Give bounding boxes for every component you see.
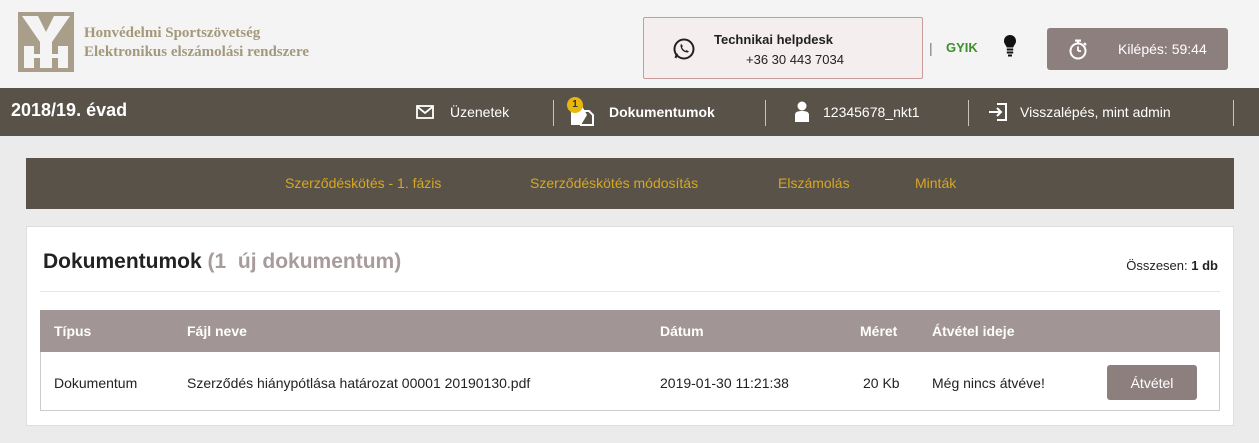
submenu-item-contract-modification[interactable]: Szerződéskötés módosítás: [530, 175, 698, 191]
nav-back-as-admin-label: Visszalépés, mint admin: [1020, 104, 1171, 120]
accept-button[interactable]: Átvétel: [1107, 365, 1197, 400]
total-count: Összesen: 1 db: [1126, 258, 1218, 273]
total-value: 1 db: [1191, 258, 1218, 273]
cell-received-at: Még nincs átvéve!: [932, 375, 1045, 391]
column-header-date[interactable]: Dátum: [660, 323, 704, 339]
top-navigation-bar: 2018/19. évad Üzenetek 1 Dokumentumok 12…: [0, 88, 1259, 136]
brand-name: Honvédelmi Sportszövetség Elektronikus e…: [84, 24, 309, 62]
logo-icon[interactable]: [18, 12, 74, 72]
documents-icon-wrap: 1: [563, 97, 597, 127]
column-header-file-name[interactable]: Fájl neve: [187, 323, 247, 339]
logout-button[interactable]: Kilépés: 59:44: [1047, 28, 1228, 70]
nav-documents[interactable]: 1 Dokumentumok: [563, 88, 715, 136]
helpdesk-phone: +36 30 443 7034: [746, 52, 844, 67]
table-header: Típus Fájl neve Dátum Méret Átvétel idej…: [40, 310, 1220, 352]
user-icon: [795, 101, 809, 122]
cell-type: Dokumentum: [54, 375, 138, 391]
page-title-text: Dokumentumok: [43, 250, 202, 273]
submenu-item-settlement[interactable]: Elszámolás: [778, 175, 850, 191]
lightbulb-icon[interactable]: [1003, 34, 1017, 62]
helpdesk-box[interactable]: Technikai helpdesk +36 30 443 7034: [643, 17, 923, 79]
nav-user[interactable]: 12345678_nkt1: [793, 88, 920, 136]
gyik-separator: |: [929, 40, 933, 56]
nav-separator: [553, 100, 554, 126]
column-header-type[interactable]: Típus: [54, 323, 91, 339]
documents-panel: Dokumentumok (1 új dokumentum) Összesen:…: [26, 226, 1234, 426]
column-header-received-at[interactable]: Átvétel ideje: [932, 323, 1014, 339]
documents-badge: 1: [567, 97, 583, 113]
whatsapp-icon: [673, 38, 695, 60]
submenu-item-samples[interactable]: Minták: [915, 175, 956, 191]
exit-icon: [989, 103, 1007, 121]
sub-menu: Szerződéskötés - 1. fázis Szerződéskötés…: [26, 158, 1234, 209]
nav-user-label: 12345678_nkt1: [823, 104, 920, 120]
new-documents-count: (1 új dokumentum): [207, 250, 402, 273]
header: Honvédelmi Sportszövetség Elektronikus e…: [0, 0, 1259, 88]
cell-date: 2019-01-30 11:21:38: [660, 375, 789, 391]
cell-size: 20 Kb: [863, 375, 900, 391]
total-label: Összesen:: [1126, 258, 1188, 273]
nav-messages[interactable]: Üzenetek: [416, 88, 509, 136]
nav-separator: [1233, 100, 1234, 126]
submenu-item-contract-phase1[interactable]: Szerződéskötés - 1. fázis: [285, 175, 441, 191]
nav-separator: [968, 100, 969, 126]
page-title: Dokumentumok (1 új dokumentum): [43, 250, 401, 274]
nav-documents-label: Dokumentumok: [609, 104, 715, 120]
envelope-icon: [416, 105, 434, 119]
nav-messages-label: Üzenetek: [450, 104, 510, 120]
column-header-size[interactable]: Méret: [860, 323, 897, 339]
documents-table: Típus Fájl neve Dátum Méret Átvétel idej…: [40, 310, 1220, 411]
season-title: 2018/19. évad: [11, 100, 128, 120]
logout-label: Kilépés: 59:44: [1118, 41, 1207, 57]
nav-back-as-admin[interactable]: Visszalépés, mint admin: [988, 88, 1171, 136]
brand-line1: Honvédelmi Sportszövetség: [84, 25, 261, 41]
divider: [40, 291, 1220, 292]
brand-line2: Elektronikus elszámolási rendszere: [84, 44, 309, 60]
cell-file-name[interactable]: Szerződés hiánypótlása határozat 00001 2…: [187, 375, 530, 391]
nav-separator: [765, 100, 766, 126]
stopwatch-icon: [1069, 39, 1087, 60]
gyik-link[interactable]: GYIK: [946, 40, 978, 55]
helpdesk-title: Technikai helpdesk: [714, 32, 833, 47]
